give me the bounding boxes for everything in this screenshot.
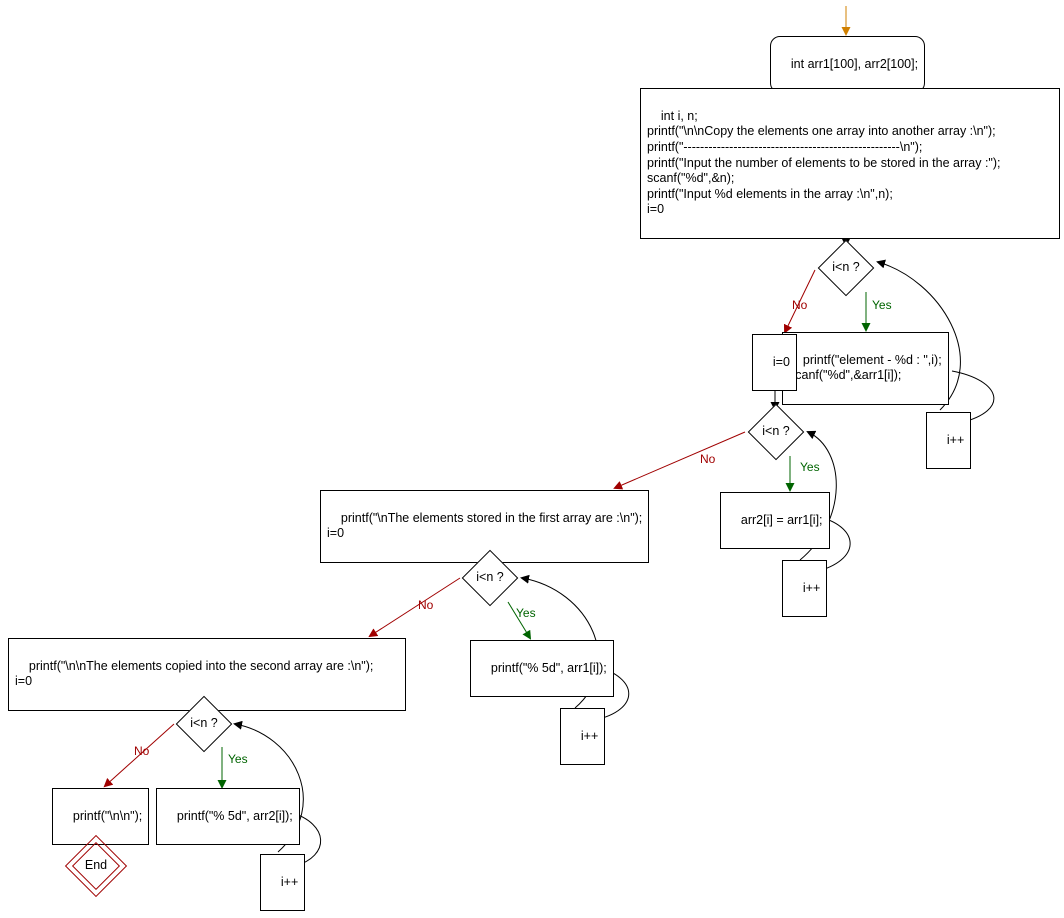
node-body4-text: printf("% 5d", arr2[i]); (177, 809, 293, 823)
node-inc2-text: i++ (803, 581, 820, 595)
node-final: printf("\n\n"); (52, 788, 149, 845)
node-start-text: int arr1[100], arr2[100]; (791, 57, 918, 71)
node-body2-text: arr2[i] = arr1[i]; (741, 513, 823, 527)
node-cond1 (818, 240, 875, 297)
node-print1: printf("\nThe elements stored in the fir… (320, 490, 649, 563)
node-inc4-text: i++ (281, 875, 298, 889)
label-cond2-no: No (700, 452, 715, 466)
node-inc1: i++ (926, 412, 971, 469)
node-cond2 (748, 404, 805, 461)
label-cond2-yes: Yes (800, 460, 820, 474)
label-cond1-yes: Yes (872, 298, 892, 312)
node-body2: arr2[i] = arr1[i]; (720, 492, 830, 549)
node-init: int i, n; printf("\n\nCopy the elements … (640, 88, 1060, 239)
node-reset1-text: i=0 (773, 355, 790, 369)
node-inc4: i++ (260, 854, 305, 911)
node-final-text: printf("\n\n"); (73, 809, 142, 823)
node-body3-text: printf("% 5d", arr1[i]); (491, 661, 607, 675)
node-inc3: i++ (560, 708, 605, 765)
node-init-text: int i, n; printf("\n\nCopy the elements … (647, 109, 1001, 217)
node-end-inner (72, 842, 120, 890)
node-start: int arr1[100], arr2[100]; (770, 36, 925, 93)
node-body3: printf("% 5d", arr1[i]); (470, 640, 614, 697)
node-inc3-text: i++ (581, 729, 598, 743)
node-body1: printf("element - %d : ",i); scanf("%d",… (782, 332, 949, 405)
label-cond1-no: No (792, 298, 807, 312)
flowchart-canvas: int arr1[100], arr2[100]; int i, n; prin… (0, 0, 1064, 918)
node-inc2: i++ (782, 560, 827, 617)
label-cond4-no: No (134, 744, 149, 758)
node-body1-text: printf("element - %d : ",i); scanf("%d",… (789, 353, 942, 383)
node-print2-text: printf("\n\nThe elements copied into the… (15, 659, 373, 689)
label-cond3-yes: Yes (516, 606, 536, 620)
node-print1-text: printf("\nThe elements stored in the fir… (327, 511, 642, 541)
node-reset1: i=0 (752, 334, 797, 391)
node-body4: printf("% 5d", arr2[i]); (156, 788, 300, 845)
label-cond4-yes: Yes (228, 752, 248, 766)
label-cond3-no: No (418, 598, 433, 612)
node-inc1-text: i++ (947, 433, 964, 447)
